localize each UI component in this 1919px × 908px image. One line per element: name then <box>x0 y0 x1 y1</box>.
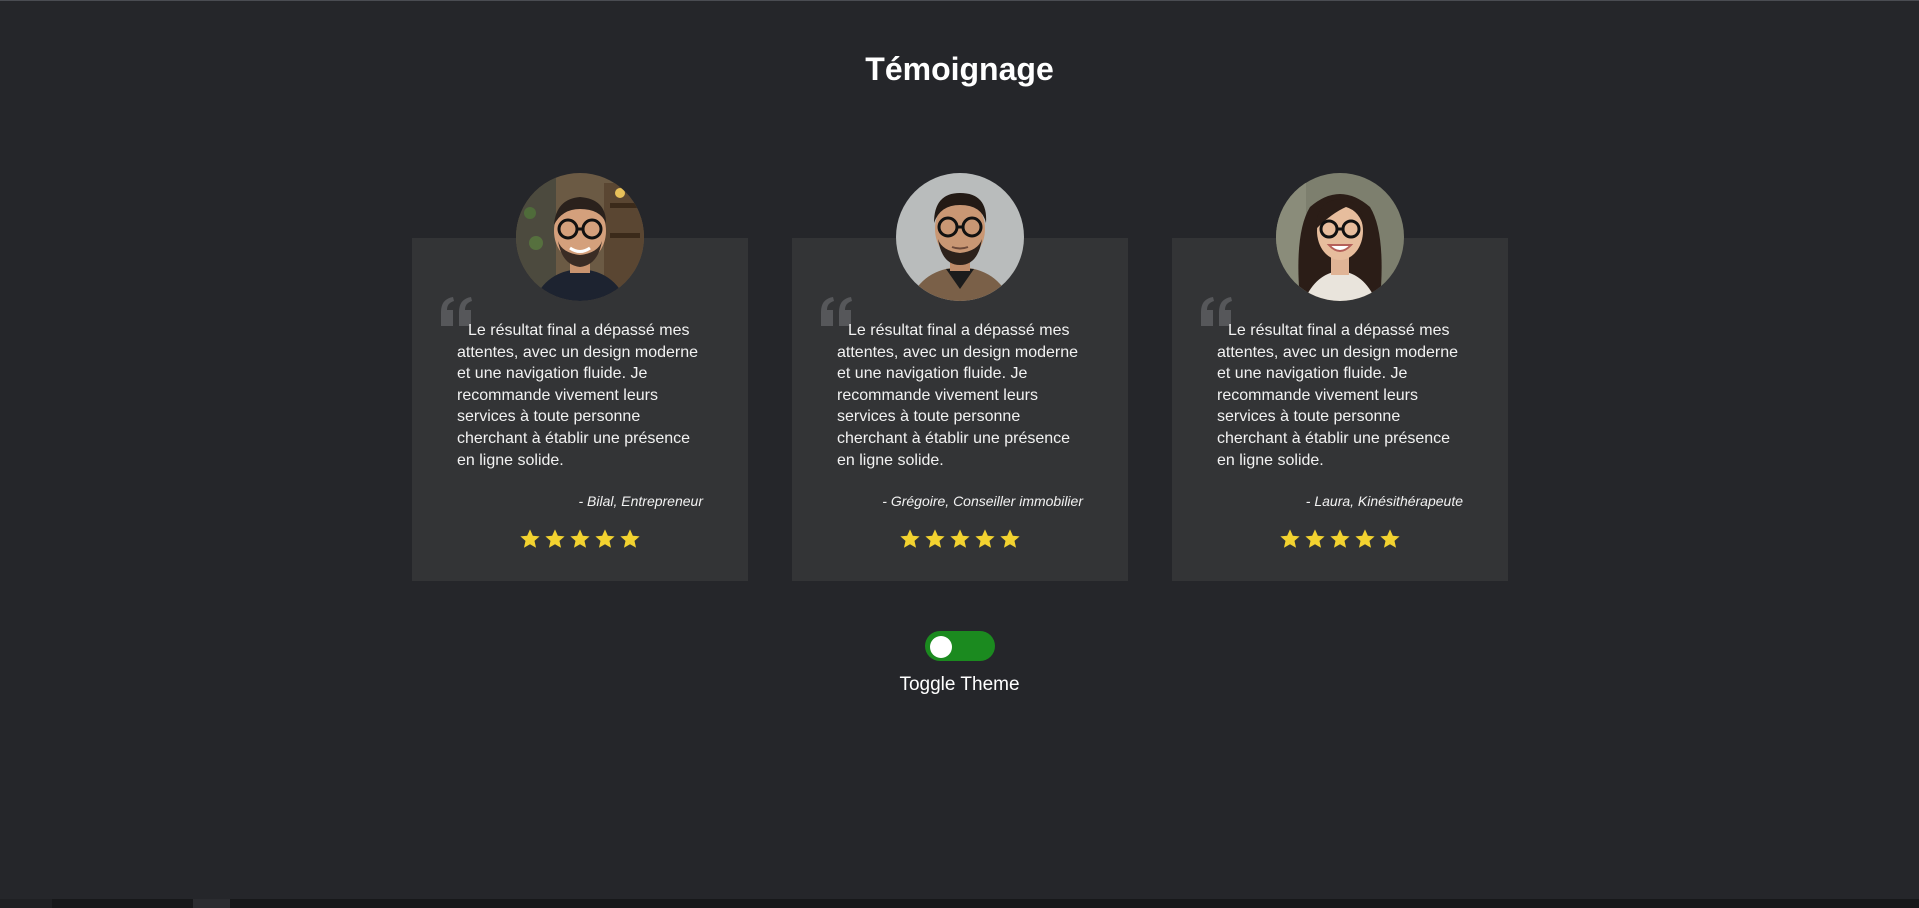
star-icon <box>1330 529 1350 548</box>
top-border <box>0 0 1919 1</box>
testimonial-quote: Le résultat final a dépassé mes attentes… <box>457 322 699 469</box>
star-icon <box>975 529 995 548</box>
page-title: Témoignage <box>865 51 1054 87</box>
star-rating <box>1172 528 1508 550</box>
testimonial-author: - Grégoire, Conseiller immobilier <box>882 493 1083 509</box>
theme-toggle-switch[interactable] <box>924 631 995 661</box>
testimonial-author: - Laura, Kinésithérapeute <box>1305 493 1463 509</box>
theme-toggle-label: Toggle Theme <box>899 674 1020 695</box>
testimonial-card: Le résultat final a dépassé mes attentes… <box>412 173 748 581</box>
star-icon <box>545 529 565 548</box>
avatar <box>516 173 644 301</box>
testimonial-quote: Le résultat final a dépassé mes attentes… <box>1217 322 1459 469</box>
testimonial-card: Le résultat final a dépassé mes attentes… <box>792 173 1128 581</box>
star-icon <box>900 529 920 548</box>
toggle-knob <box>929 636 952 658</box>
testimonial-author: - Bilal, Entrepreneur <box>578 493 703 509</box>
star-icon <box>1380 529 1400 548</box>
taskbar-segment <box>0 899 52 908</box>
star-icon <box>1355 529 1375 548</box>
star-icon <box>1000 529 1020 548</box>
star-rating <box>792 528 1128 550</box>
star-rating <box>412 528 748 550</box>
testimonial-quote: Le résultat final a dépassé mes attentes… <box>837 322 1079 469</box>
star-icon <box>950 529 970 548</box>
testimonial-card: Le résultat final a dépassé mes attentes… <box>1172 173 1508 581</box>
avatar <box>896 173 1024 301</box>
theme-toggle-container: Toggle Theme <box>0 631 1919 696</box>
taskbar-segment <box>193 899 230 908</box>
star-icon <box>925 529 945 548</box>
star-icon <box>520 529 540 548</box>
taskbar <box>0 899 1919 908</box>
star-icon <box>620 529 640 548</box>
star-icon <box>570 529 590 548</box>
star-icon <box>1305 529 1325 548</box>
avatar <box>1276 173 1404 301</box>
star-icon <box>595 529 615 548</box>
star-icon <box>1280 529 1300 548</box>
testimonials-list: Le résultat final a dépassé mes attentes… <box>412 173 1508 581</box>
